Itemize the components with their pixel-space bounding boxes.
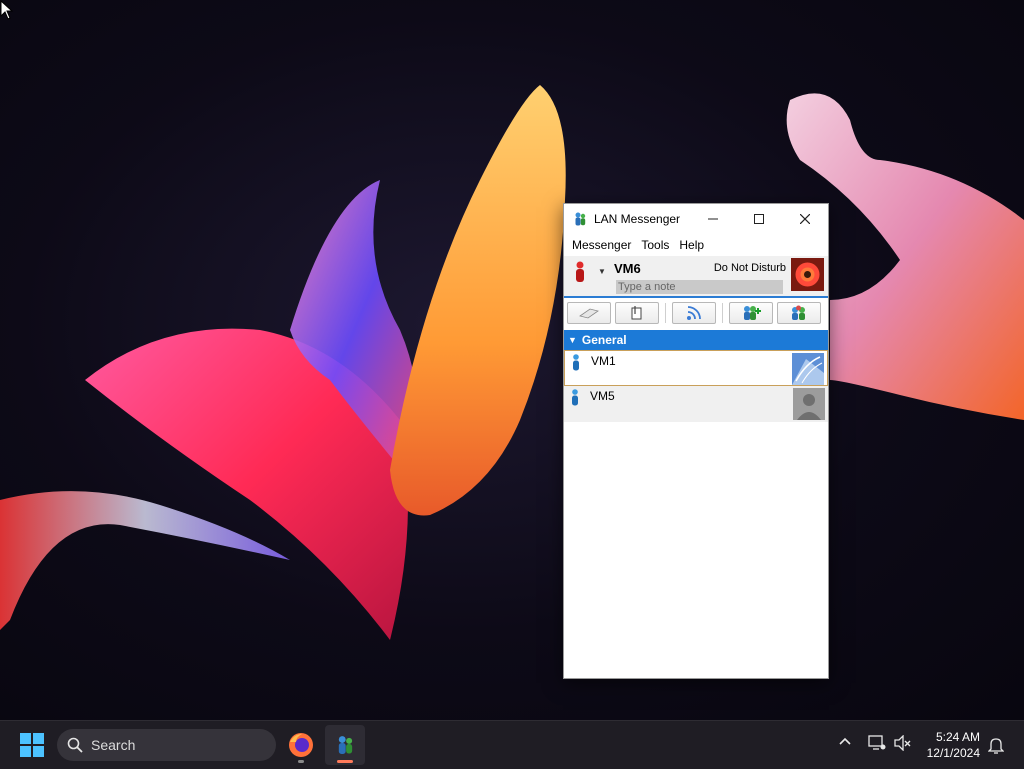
start-button-icon[interactable] [20, 733, 44, 757]
broadcast-button[interactable] [567, 302, 611, 324]
online-status-icon [572, 389, 578, 406]
maximize-icon [754, 213, 764, 224]
contact-name: VM1 [591, 354, 616, 368]
firefox-icon [289, 733, 313, 757]
group-chat-button[interactable] [777, 302, 821, 324]
toolbar [564, 298, 828, 328]
user-name: VM6 [614, 261, 641, 276]
file-transfer-button[interactable] [615, 302, 659, 324]
public-feed-icon [687, 306, 701, 320]
broadcast-icon [579, 308, 599, 319]
contact-name: VM5 [590, 389, 615, 403]
lan-messenger-window[interactable]: LAN Messenger Messenger Tools Help ▼ VM6… [563, 203, 829, 679]
toolbar-separator [665, 303, 666, 323]
contact-avatar [793, 388, 825, 420]
system-clock[interactable]: 5:24 AM 12/1/2024 [927, 729, 980, 761]
lan-messenger-icon [575, 212, 586, 225]
menu-messenger[interactable]: Messenger [567, 238, 636, 252]
public-feed-button[interactable] [672, 302, 716, 324]
close-icon [800, 213, 810, 224]
collapse-arrow-icon[interactable]: ▼ [568, 335, 577, 345]
user-status-panel: ▼ VM6 Do Not Disturb [564, 256, 828, 298]
close-button[interactable] [782, 204, 828, 233]
user-avatar[interactable] [791, 258, 824, 291]
running-indicator [298, 760, 304, 763]
menu-help[interactable]: Help [674, 238, 709, 252]
minimize-icon [708, 218, 718, 219]
file-transfer-icon [631, 306, 642, 320]
maximize-button[interactable] [736, 204, 782, 233]
search-label: Search [91, 737, 136, 753]
clock-time: 5:24 AM [935, 730, 980, 744]
contact-item[interactable]: VM1 [564, 350, 828, 386]
taskbar-search-box[interactable]: Search [57, 729, 276, 761]
taskbar-lan-messenger[interactable] [325, 725, 365, 765]
add-contact-icon [744, 306, 761, 320]
contact-item[interactable]: VM5 [564, 386, 828, 422]
show-hidden-icons-chevron-icon[interactable] [838, 735, 852, 749]
volume-muted-icon[interactable] [894, 735, 912, 751]
contact-group-header[interactable]: ▼ General [564, 330, 828, 350]
taskbar: Search 5:24 AM 12/1/2024 [0, 720, 1024, 769]
window-title: LAN Messenger [594, 211, 681, 226]
lan-messenger-icon [338, 736, 353, 754]
taskbar-firefox[interactable] [281, 725, 321, 765]
group-chat-icon [792, 305, 805, 320]
group-name: General [581, 333, 627, 347]
desktop [0, 0, 1024, 720]
minimize-button[interactable] [690, 204, 736, 233]
toolbar-separator [722, 303, 723, 323]
clock-date: 12/1/2024 [926, 746, 980, 760]
search-icon [67, 737, 83, 753]
dnd-status-icon[interactable] [573, 261, 587, 283]
note-input[interactable] [616, 280, 783, 294]
menu-tools[interactable]: Tools [636, 238, 674, 252]
menu-bar: Messenger Tools Help [564, 233, 828, 256]
user-status-text[interactable]: Do Not Disturb [714, 262, 786, 274]
wallpaper [0, 85, 1024, 640]
network-icon[interactable] [868, 735, 886, 751]
contact-avatar [792, 353, 824, 385]
status-dropdown-arrow-icon[interactable]: ▼ [598, 267, 606, 276]
active-indicator [337, 760, 353, 763]
notification-bell-icon[interactable] [988, 736, 1004, 754]
add-contact-button[interactable] [729, 302, 773, 324]
online-status-icon [573, 354, 579, 371]
mouse-cursor-icon [0, 0, 14, 20]
title-bar[interactable]: LAN Messenger [564, 204, 828, 233]
